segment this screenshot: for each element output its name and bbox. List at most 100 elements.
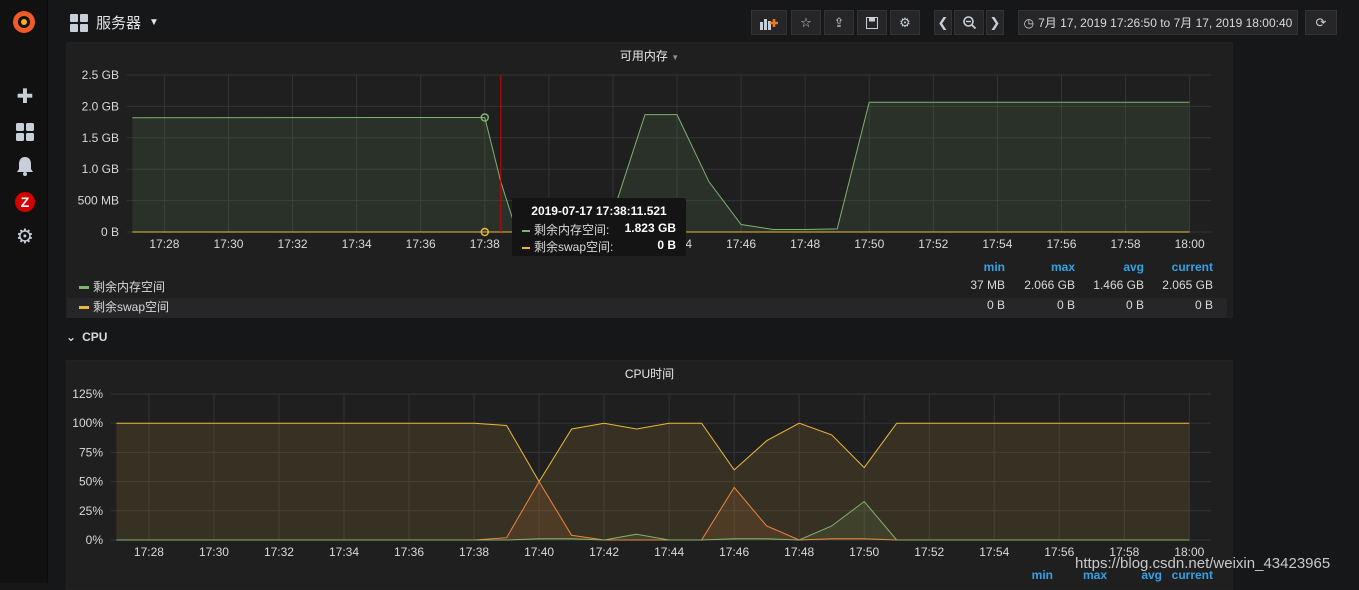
y-tick-label: 1.0 GB — [82, 162, 119, 176]
tooltip-value: 1.823 GB — [624, 221, 676, 235]
dashboards-icon[interactable] — [14, 122, 36, 144]
star-icon: ☆ — [800, 14, 812, 30]
zoom-out-button[interactable] — [954, 10, 984, 35]
legend-value-min: 37 MB — [970, 278, 1005, 292]
side-menu: ✚ Z ⚙ — [0, 0, 48, 583]
x-tick-label: 17:48 — [784, 545, 814, 559]
star-button[interactable]: ☆ — [791, 10, 821, 35]
legend-value-current: 2.065 GB — [1162, 278, 1213, 292]
cog-icon: ⚙ — [899, 14, 911, 30]
legend-value-current: 0 B — [1194, 298, 1213, 312]
x-tick-label: 17:32 — [278, 237, 308, 251]
legend-header-max[interactable]: max — [1015, 260, 1075, 274]
y-tick-label: 0 B — [101, 225, 119, 239]
y-tick-label: 0% — [86, 533, 104, 547]
zoom-out-icon — [962, 16, 976, 29]
y-tick-label: 2.5 GB — [82, 68, 119, 82]
y-tick-label: 75% — [79, 445, 103, 459]
tooltip-value: 0 B — [657, 238, 676, 252]
x-tick-label: 17:52 — [914, 545, 944, 559]
x-tick-label: 17:46 — [719, 545, 749, 559]
legend-swatch — [79, 286, 89, 290]
legend-value-max: 2.066 GB — [1024, 278, 1075, 292]
svg-text:Z: Z — [21, 194, 30, 210]
tooltip-row: 剩余swap空间: 0 B — [522, 238, 676, 255]
plus-icon[interactable]: ✚ — [14, 86, 36, 108]
legend-series-name: 剩余swap空间 — [93, 300, 170, 314]
dashboard-picker[interactable]: 服务器 ▼ — [70, 12, 159, 33]
clock-icon: ◷ — [1023, 15, 1035, 30]
y-tick-label: 125% — [72, 387, 103, 401]
x-tick-label: 17:56 — [1044, 545, 1074, 559]
gear-icon[interactable]: ⚙ — [14, 226, 36, 248]
legend-value-max: 0 B — [1056, 298, 1075, 312]
tooltip-swatch — [522, 229, 530, 232]
cpu-row-title: CPU — [82, 330, 108, 344]
x-tick-label: 17:42 — [589, 545, 619, 559]
y-tick-label: 1.5 GB — [82, 131, 119, 145]
refresh-button[interactable]: ⟳ — [1305, 10, 1337, 35]
refresh-icon: ⟳ — [1315, 14, 1327, 30]
x-tick-label: 17:46 — [726, 237, 756, 251]
tooltip-swatch — [522, 246, 530, 249]
x-tick-label: 17:30 — [213, 237, 243, 251]
x-tick-label: 17:40 — [524, 545, 554, 559]
chevron-left-icon: ❮ — [937, 14, 949, 30]
y-tick-label: 25% — [79, 504, 103, 518]
x-tick-label: 18:00 — [1175, 237, 1205, 251]
share-button[interactable]: ⇪ — [824, 10, 854, 35]
legend-header-current[interactable]: current — [1153, 260, 1213, 274]
time-back-button[interactable]: ❮ — [934, 10, 952, 35]
zabbix-icon[interactable]: Z — [14, 191, 36, 213]
cpu-row-header[interactable]: ⌄ CPU — [66, 330, 107, 344]
x-tick-label: 17:54 — [982, 237, 1012, 251]
legend-header-min[interactable]: min — [945, 260, 1005, 274]
tooltip-series: 剩余swap空间: — [534, 240, 614, 254]
top-navbar: 服务器 ▼ ☆ ⇪ ⚙ ❮ ❯ ◷ 7月 17, 2019 17:26:50 t… — [48, 0, 1359, 44]
cpu-panel: CPU时间 0% 25% 50% 75% 100% 125% 17:28 17:30 17:32… — [66, 360, 1233, 590]
y-tick-label: 2.0 GB — [82, 99, 119, 113]
legend-header-avg[interactable]: avg — [1084, 260, 1144, 274]
save-button[interactable] — [857, 10, 887, 35]
tooltip-series: 剩余内存空间: — [534, 223, 610, 237]
x-tick-label: 17:48 — [790, 237, 820, 251]
cpu-graph[interactable]: 0% 25% 50% 75% 100% 125% 17:28 17:30 17:32 17:34 1… — [67, 379, 1234, 579]
settings-button[interactable]: ⚙ — [890, 10, 920, 35]
legend-value-avg: 0 B — [1125, 298, 1144, 312]
x-tick-label: 17:50 — [854, 237, 884, 251]
grafana-logo-icon[interactable] — [10, 8, 38, 36]
legend-value-min: 0 B — [986, 298, 1005, 312]
x-tick-label: 17:36 — [406, 237, 436, 251]
save-icon — [866, 16, 878, 29]
x-tick-label: 17:52 — [918, 237, 948, 251]
dashboard-title: 服务器 — [96, 15, 142, 32]
x-tick-label: 17:38 — [470, 237, 500, 251]
watermark-text: https://blog.csdn.net/weixin_43423965 — [1075, 555, 1331, 572]
x-tick-label: 17:44 — [654, 545, 684, 559]
share-icon: ⇪ — [833, 14, 845, 30]
series-area — [116, 423, 1190, 540]
legend-header-min[interactable]: min — [993, 568, 1053, 582]
x-tick-label: 17:28 — [134, 545, 164, 559]
legend-row-memory[interactable]: 剩余内存空间 37 MB 2.066 GB 1.466 GB 2.065 GB — [67, 278, 1227, 298]
y-tick-label: 500 MB — [78, 194, 119, 208]
y-tick-label: 50% — [79, 475, 103, 489]
x-tick-label: 17:36 — [394, 545, 424, 559]
x-tick-label: 17:56 — [1046, 237, 1076, 251]
legend-swatch — [79, 306, 89, 310]
bell-icon[interactable] — [14, 156, 36, 178]
graph-tooltip: 2019-07-17 17:38:11.521 剩余内存空间: 1.823 GB… — [512, 198, 686, 256]
chevron-right-icon: ❯ — [989, 14, 1001, 30]
tooltip-time: 2019-07-17 17:38:11.521 — [531, 204, 667, 218]
time-forward-button[interactable]: ❯ — [986, 10, 1004, 35]
legend-row-swap[interactable]: 剩余swap空间 0 B 0 B 0 B 0 B — [67, 298, 1227, 318]
x-tick-label: 17:38 — [459, 545, 489, 559]
time-range-label: 7月 17, 2019 17:26:50 to 7月 17, 2019 18:0… — [1038, 16, 1293, 30]
add-panel-button[interactable] — [751, 10, 787, 35]
memory-legend: min max avg current 剩余内存空间 37 MB 2.066 G… — [67, 257, 1227, 318]
x-tick-label: 17:50 — [849, 545, 879, 559]
time-range-picker[interactable]: ◷ 7月 17, 2019 17:26:50 to 7月 17, 2019 18… — [1018, 10, 1298, 35]
y-tick-label: 100% — [72, 416, 103, 430]
x-tick-label: 17:34 — [342, 237, 372, 251]
legend-series-name: 剩余内存空间 — [93, 280, 166, 294]
